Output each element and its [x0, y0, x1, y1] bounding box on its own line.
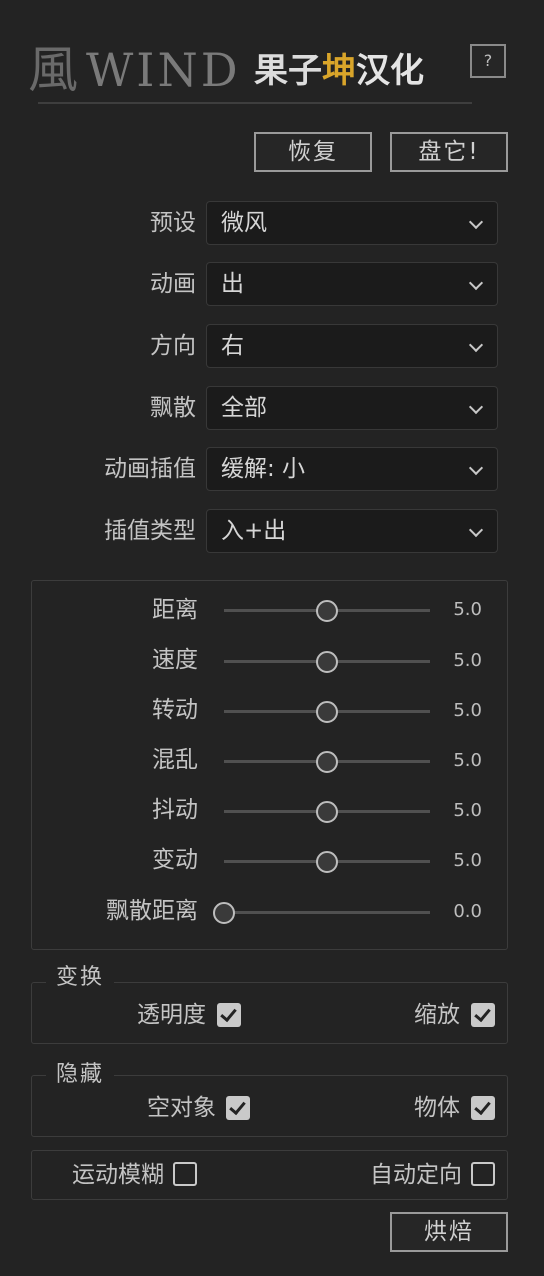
slider-label-variation: 变动	[152, 847, 198, 873]
slider-value-speed[interactable]: 5.0	[440, 646, 482, 676]
slider-handle-jitter[interactable]	[316, 801, 338, 823]
chevron-down-icon	[468, 337, 484, 353]
object-checkbox[interactable]	[471, 1096, 495, 1120]
auto-orient-label: 自动定向	[370, 1162, 462, 1188]
slider-value-rotation[interactable]: 5.0	[440, 696, 482, 726]
credit-part-1: 果子	[254, 51, 322, 91]
reset-button[interactable]: 恢复	[254, 132, 372, 172]
logo-text: WIND	[86, 43, 241, 97]
transform-group-title: 变换	[46, 964, 115, 992]
easing-value: 缓解: 小	[221, 456, 306, 482]
opacity-label: 透明度	[137, 1002, 206, 1028]
slider-label-rotation: 转动	[152, 697, 198, 723]
bake-button[interactable]: 烘焙	[390, 1212, 508, 1252]
slider-track-scatter-distance[interactable]	[224, 911, 430, 914]
slider-value-jitter[interactable]: 5.0	[440, 796, 482, 826]
slider-handle-distance[interactable]	[316, 600, 338, 622]
credit-part-2: 坤	[322, 51, 356, 91]
scatter-select[interactable]: 全部	[206, 386, 498, 430]
animation-value: 出	[221, 271, 244, 297]
animation-select[interactable]: 出	[206, 262, 498, 306]
preset-select[interactable]: 微风	[206, 201, 498, 245]
chevron-down-icon	[468, 399, 484, 415]
scale-checkbox[interactable]	[471, 1003, 495, 1027]
slider-handle-speed[interactable]	[316, 651, 338, 673]
chevron-down-icon	[468, 522, 484, 538]
preset-value: 微风	[221, 210, 267, 236]
animation-label: 动画	[150, 271, 196, 297]
chevron-down-icon	[468, 460, 484, 476]
slider-handle-variation[interactable]	[316, 851, 338, 873]
help-button[interactable]: ?	[470, 44, 506, 78]
auto-orient-checkbox[interactable]	[471, 1162, 495, 1186]
slider-label-speed: 速度	[152, 647, 198, 673]
interp-type-select[interactable]: 入+出	[206, 509, 498, 553]
scatter-label: 飘散	[150, 395, 196, 421]
direction-select[interactable]: 右	[206, 324, 498, 368]
slider-handle-chaos[interactable]	[316, 751, 338, 773]
motion-blur-label: 运动模糊	[72, 1162, 164, 1188]
slider-value-scatter-distance[interactable]: 0.0	[440, 897, 482, 927]
chevron-down-icon	[468, 214, 484, 230]
slider-label-scatter-distance: 飘散距离	[106, 898, 198, 924]
slider-label-distance: 距离	[152, 597, 198, 623]
null-object-label: 空对象	[147, 1095, 216, 1121]
null-object-checkbox[interactable]	[226, 1096, 250, 1120]
slider-value-chaos[interactable]: 5.0	[440, 746, 482, 776]
slider-value-variation[interactable]: 5.0	[440, 846, 482, 876]
direction-value: 右	[221, 333, 244, 359]
easing-select[interactable]: 缓解: 小	[206, 447, 498, 491]
slider-handle-scatter-distance[interactable]	[213, 902, 235, 924]
motion-blur-checkbox[interactable]	[173, 1162, 197, 1186]
slider-label-jitter: 抖动	[152, 797, 198, 823]
interp-type-label: 插值类型	[104, 518, 196, 544]
apply-button[interactable]: 盘它!	[390, 132, 508, 172]
chevron-down-icon	[468, 275, 484, 291]
scale-label: 缩放	[414, 1002, 460, 1028]
easing-label: 动画插值	[104, 456, 196, 482]
slider-handle-rotation[interactable]	[316, 701, 338, 723]
logo-mark: 風	[28, 41, 78, 99]
slider-label-chaos: 混乱	[152, 747, 198, 773]
localizer-credit: 果子坤汉化	[254, 46, 424, 96]
slider-value-distance[interactable]: 5.0	[440, 595, 482, 625]
direction-label: 方向	[150, 333, 196, 359]
credit-part-3: 汉化	[356, 51, 424, 91]
scatter-value: 全部	[221, 395, 267, 421]
interp-type-value: 入+出	[221, 518, 287, 544]
object-label: 物体	[414, 1095, 460, 1121]
opacity-checkbox[interactable]	[217, 1003, 241, 1027]
header-divider	[38, 102, 472, 104]
hide-group-title: 隐藏	[46, 1061, 115, 1089]
preset-label: 预设	[150, 210, 196, 236]
